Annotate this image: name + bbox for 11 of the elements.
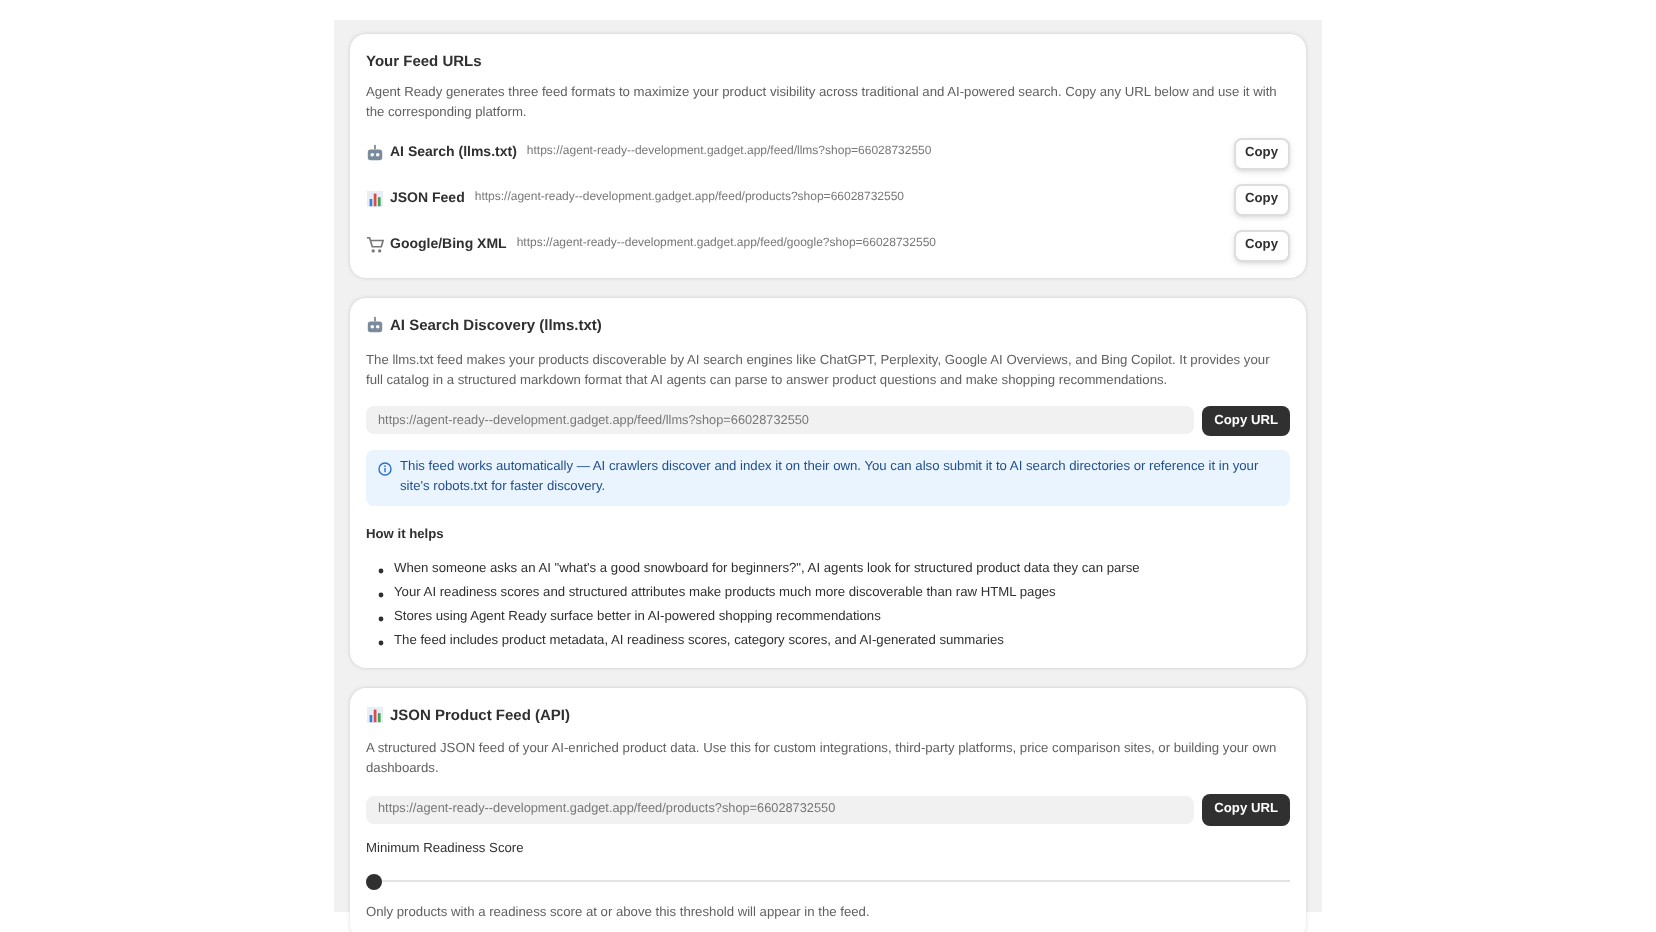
bullet-icon: [378, 567, 384, 574]
bullet-icon: [378, 615, 384, 622]
bar-chart-icon: [366, 190, 384, 209]
bullet-icon: [378, 591, 384, 598]
cart-icon: [366, 236, 384, 255]
robot-icon: [366, 316, 384, 335]
bar-chart-icon: [366, 705, 384, 724]
robot-icon: [366, 144, 384, 163]
slider-thumb[interactable]: [366, 873, 382, 890]
info-icon: [378, 461, 392, 476]
bullet-icon: [378, 639, 384, 646]
